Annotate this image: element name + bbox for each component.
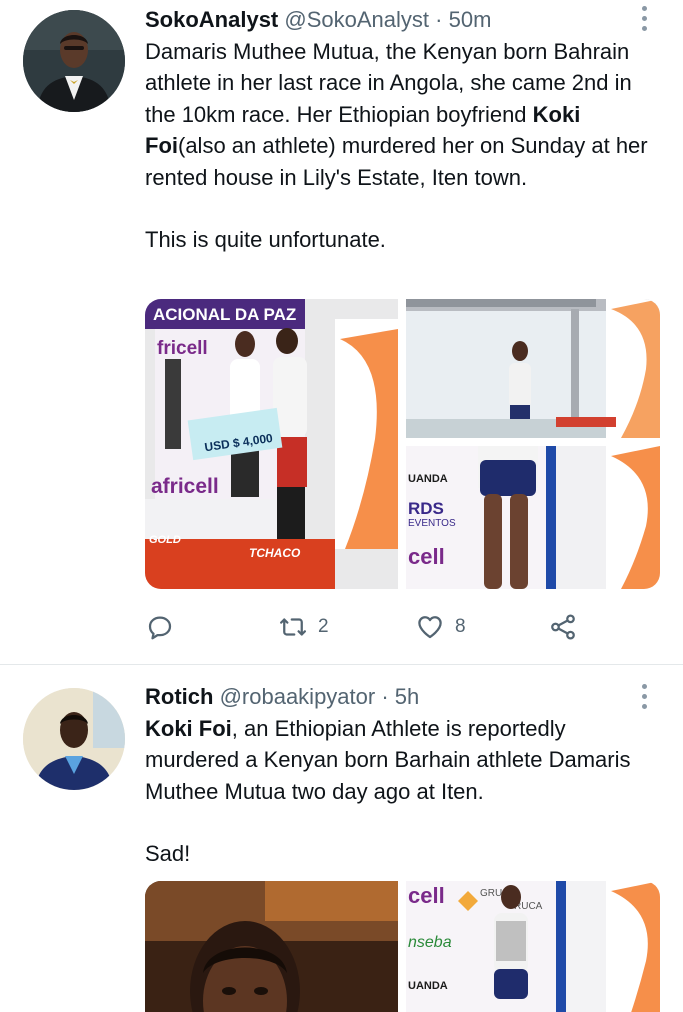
tweet-actions: 2 8 — [145, 607, 645, 647]
ad-text: GRU — [480, 888, 502, 899]
media-photo[interactable] — [406, 299, 660, 438]
tweet-header: Rotich @robaakipyator · 5h — [145, 681, 419, 713]
media-photo[interactable]: UANDA RDS EVENTOS cell — [406, 446, 660, 589]
display-name[interactable]: SokoAnalyst — [145, 7, 278, 32]
tweet-paragraph: Sad! — [145, 841, 191, 867]
separator-dot: · — [381, 684, 389, 709]
tweet-paragraph: Damaris Muthee Mutua, the Kenyan born Ba… — [145, 36, 665, 193]
separator-dot: · — [435, 7, 443, 32]
retweet-button[interactable]: 2 — [278, 607, 329, 647]
avatar[interactable] — [23, 10, 125, 112]
ad-text: RDS — [408, 499, 444, 518]
ad-text: cell — [408, 544, 445, 569]
media-grid: cell GRU RUCA nseba UANDA — [145, 881, 660, 1012]
vertical-dots-icon — [642, 684, 647, 689]
display-name[interactable]: Rotich — [145, 684, 213, 709]
tweet-paragraph: Koki Foi, an Ethiopian Athlete is report… — [145, 713, 665, 807]
comment-bubble-icon — [148, 616, 172, 640]
sponsor-text: africell — [151, 475, 219, 498]
retweet-count: 2 — [318, 616, 329, 637]
bold-name: Koki Foi — [145, 716, 232, 741]
tweet[interactable]: Rotich @robaakipyator · 5h Koki Foi, an … — [0, 666, 683, 1012]
podium-logo: GOLD — [149, 534, 181, 546]
ad-text: EVENTOS — [408, 518, 456, 529]
sponsor-text: fricell — [157, 338, 208, 359]
user-handle[interactable]: @SokoAnalyst — [284, 7, 429, 32]
dot-mid — [642, 694, 647, 699]
ad-text: cell — [408, 883, 445, 908]
like-button[interactable]: 8 — [415, 607, 466, 647]
tweet-text: Damaris Muthee Mutua, the Kenyan born Ba… — [145, 36, 665, 255]
media-photo[interactable]: cell GRU RUCA nseba UANDA — [406, 881, 660, 1012]
ad-text: nseba — [408, 934, 452, 951]
timestamp[interactable]: 50m — [449, 7, 492, 32]
text-segment: (also an athlete) murdered her on Sunday… — [145, 133, 648, 190]
more-options-button[interactable] — [636, 4, 654, 34]
tweet-text: Koki Foi, an Ethiopian Athlete is report… — [145, 713, 665, 870]
podium-brand: TCHACO — [249, 546, 301, 560]
avatar[interactable] — [23, 688, 125, 790]
media-photo[interactable]: ACIONAL DA PAZ fricell africell USD $ 4,… — [145, 299, 398, 589]
vertical-dots-icon — [642, 6, 647, 11]
user-handle[interactable]: @robaakipyator — [220, 684, 376, 709]
ad-text: UANDA — [408, 980, 448, 992]
tweet[interactable]: SokoAnalyst @SokoAnalyst · 50m Damaris M… — [0, 0, 683, 665]
tweet-paragraph: This is quite unfortunate. — [145, 227, 386, 253]
reply-button[interactable] — [145, 607, 185, 647]
media-photo[interactable] — [145, 881, 398, 1012]
banner-text: ACIONAL DA PAZ — [153, 305, 296, 324]
like-count: 8 — [455, 616, 466, 637]
timestamp[interactable]: 5h — [395, 684, 419, 709]
more-options-button[interactable] — [636, 682, 654, 712]
share-button[interactable] — [548, 607, 578, 647]
heart-icon — [418, 616, 442, 639]
retweet-arrows-icon — [280, 618, 306, 636]
dot-bottom — [642, 26, 647, 31]
dot-mid — [642, 16, 647, 21]
share-icon — [551, 614, 575, 640]
ad-text: UANDA — [408, 473, 448, 485]
media-grid: ACIONAL DA PAZ fricell africell USD $ 4,… — [145, 299, 660, 589]
tweet-header: SokoAnalyst @SokoAnalyst · 50m — [145, 4, 491, 36]
dot-bottom — [642, 704, 647, 709]
